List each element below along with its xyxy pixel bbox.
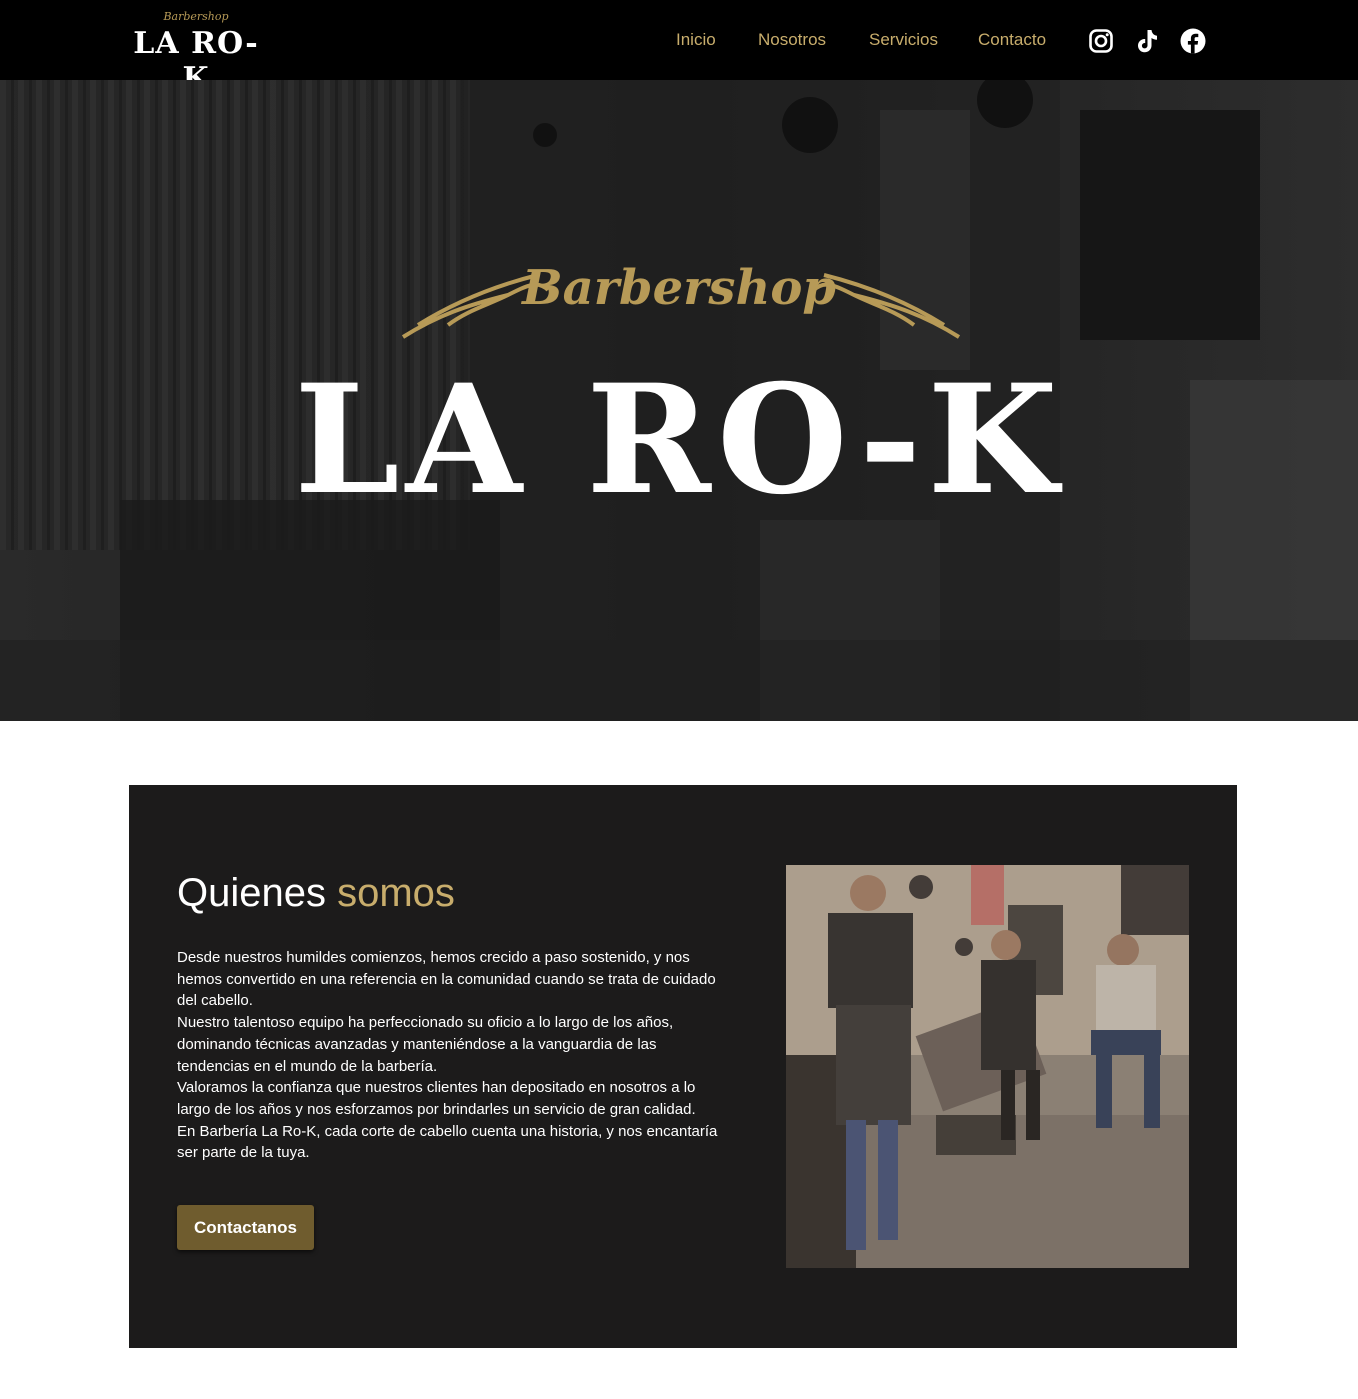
nav-contacto[interactable]: Contacto	[978, 30, 1046, 50]
instagram-icon[interactable]	[1088, 28, 1114, 54]
about-paragraph: Desde nuestros humildes comienzos, hemos…	[177, 949, 716, 1010]
about-heading-accent: somos	[337, 871, 455, 915]
about-heading-main: Quienes	[177, 871, 326, 915]
about-paragraph: Nuestro talentoso equipo ha perfeccionad…	[177, 1014, 674, 1075]
hero-section: Barbershop LA RO-K	[0, 80, 1358, 721]
top-navbar: Barbershop LA RO-K Inicio Nosotros Servi…	[0, 0, 1358, 96]
tiktok-icon[interactable]	[1134, 28, 1160, 54]
facebook-icon[interactable]	[1180, 28, 1206, 54]
hero-script-title: Barbershop	[522, 260, 836, 316]
about-paragraph: Valoramos la confianza que nuestros clie…	[177, 1079, 696, 1118]
nav-servicios[interactable]: Servicios	[869, 30, 938, 50]
nav-inicio[interactable]: Inicio	[676, 30, 716, 50]
brand-logo[interactable]: Barbershop LA RO-K	[131, 10, 261, 96]
brand-subtitle: Barbershop	[163, 10, 229, 23]
about-section: Quienes somos Desde nuestros humildes co…	[129, 785, 1237, 1348]
hero-logo-title: LA RO-K	[294, 352, 1064, 528]
about-heading: Quienes somos	[177, 871, 455, 916]
about-paragraph: En Barbería La Ro-K, cada corte de cabel…	[177, 1122, 718, 1162]
about-body: Desde nuestros humildes comienzos, hemos…	[177, 947, 727, 1164]
contact-button[interactable]: Contactanos	[177, 1205, 314, 1250]
nav-nosotros[interactable]: Nosotros	[758, 30, 826, 50]
team-photo	[786, 865, 1189, 1268]
